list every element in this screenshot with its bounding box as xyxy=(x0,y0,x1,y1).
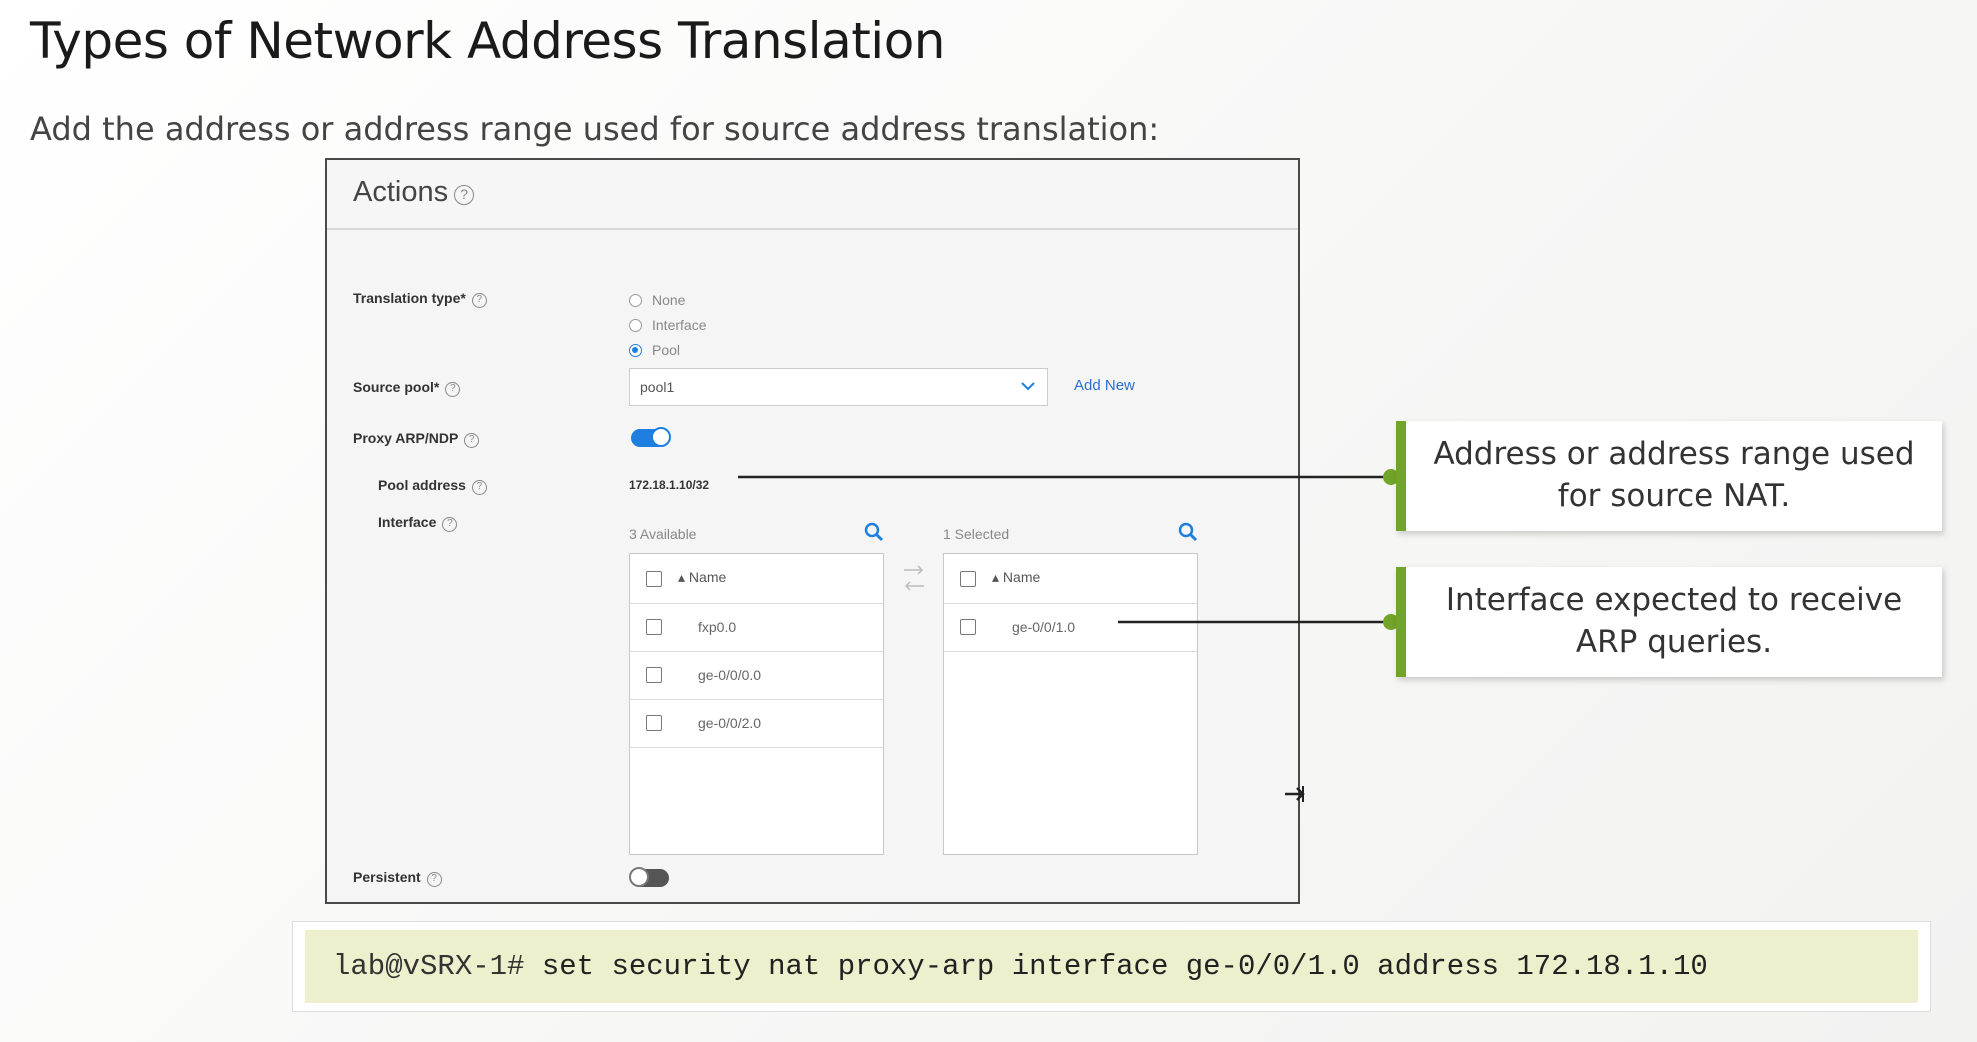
callout-interface: Interface expected to receive ARP querie… xyxy=(1396,567,1942,677)
cli-prompt: lab@vSRX-1# xyxy=(333,950,525,983)
cli-command-background: lab@vSRX-1# set security nat proxy-arp i… xyxy=(305,930,1918,1003)
cli-command-text: set security nat proxy-arp interface ge-… xyxy=(524,950,1708,983)
cli-command-box: lab@vSRX-1# set security nat proxy-arp i… xyxy=(292,921,1931,1012)
cli-command-line: lab@vSRX-1# set security nat proxy-arp i… xyxy=(333,950,1708,983)
callout-pool-address: Address or address range used for source… xyxy=(1396,421,1942,531)
